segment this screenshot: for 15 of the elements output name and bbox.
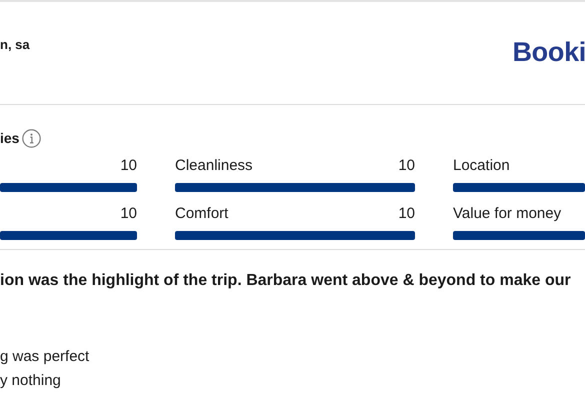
category-label: Value for money [453, 205, 562, 223]
category-score: 10 [120, 205, 137, 223]
category-label: Comfort [175, 205, 228, 223]
category-score: 10 [398, 157, 415, 175]
logo: Booki [512, 36, 585, 68]
review-headline: ion was the highlight of the trip. Barbara went above & beyond to make our [0, 272, 572, 290]
info-icon[interactable] [22, 128, 42, 148]
category-score: 10 [398, 205, 415, 223]
section-title: ies [0, 130, 20, 146]
category-label: Cleanliness [175, 157, 253, 175]
review-text: g was perfect [0, 347, 90, 367]
category-label: Location [453, 157, 510, 175]
guest-name: n, sa [0, 36, 30, 52]
category-score: 10 [120, 157, 137, 175]
review-text: y nothing [0, 371, 62, 391]
